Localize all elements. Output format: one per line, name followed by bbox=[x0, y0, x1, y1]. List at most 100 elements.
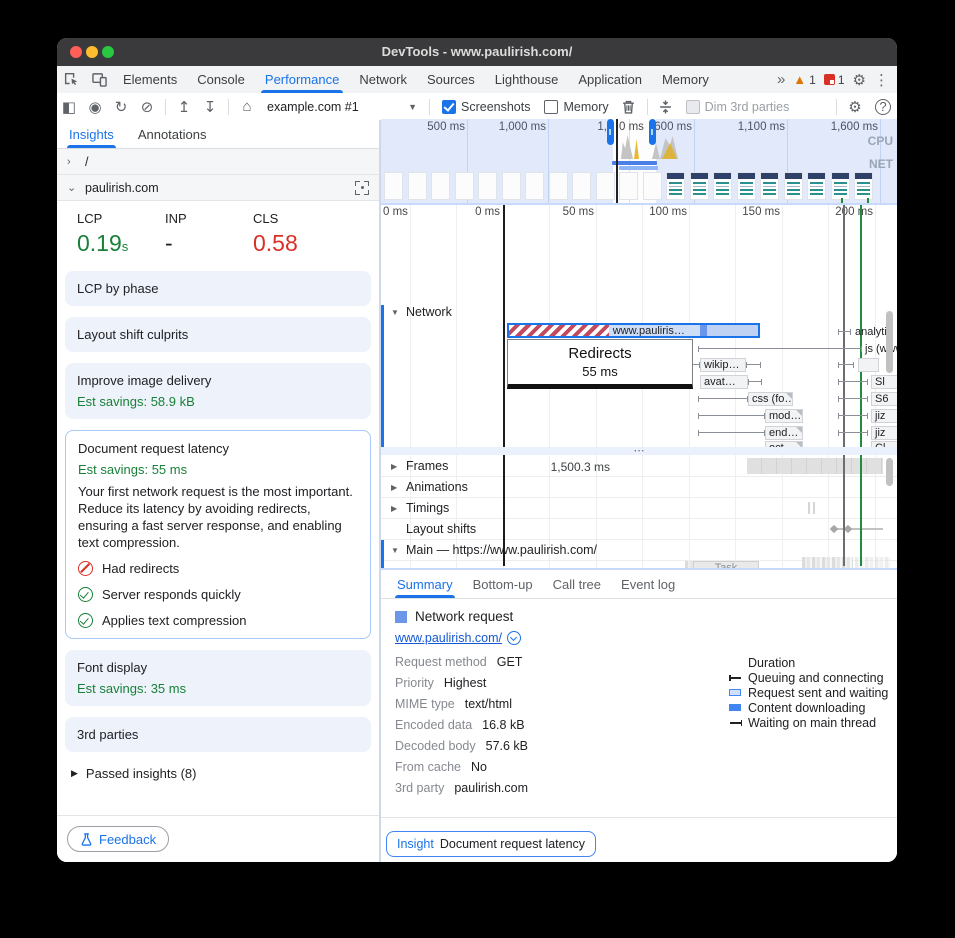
filmstrip-thumbnail[interactable] bbox=[408, 172, 427, 200]
metric[interactable]: CLS 0.58 bbox=[253, 211, 341, 257]
filmstrip-thumbnail[interactable] bbox=[666, 172, 685, 200]
track-toggle-icon[interactable]: ▶ bbox=[391, 462, 400, 471]
devtools-tab[interactable]: Memory bbox=[652, 67, 719, 93]
devtools-tab[interactable]: Lighthouse bbox=[485, 67, 569, 93]
track-header[interactable]: Layout shifts bbox=[381, 522, 476, 536]
request-box[interactable]: Sl bbox=[871, 375, 897, 389]
details-tab[interactable]: Event log bbox=[611, 570, 685, 598]
request-box[interactable]: avat… bbox=[700, 375, 748, 389]
toggle-sidebar-icon[interactable]: ◧ bbox=[57, 95, 81, 119]
help-icon[interactable]: ? bbox=[875, 99, 891, 115]
insight-chip[interactable]: Insight Document request latency bbox=[386, 831, 596, 857]
site-row[interactable]: ⌄ paulirish.com bbox=[57, 175, 379, 201]
insight-card[interactable]: LCP by phase bbox=[65, 271, 371, 306]
request-box[interactable]: wikip… bbox=[700, 358, 746, 372]
minimap-window-handle[interactable]: ‖ bbox=[607, 119, 614, 145]
kebab-menu-icon[interactable]: ⋮ bbox=[874, 71, 889, 89]
sidebar-tab[interactable]: Insights bbox=[57, 120, 126, 148]
filmstrip-thumbnail[interactable] bbox=[831, 172, 850, 200]
details-tab[interactable]: Summary bbox=[387, 570, 463, 598]
track-toggle-icon[interactable]: ▼ bbox=[391, 546, 400, 555]
issues-badge[interactable]: 1 bbox=[824, 73, 845, 87]
filmstrip-thumbnail[interactable] bbox=[643, 172, 662, 200]
warnings-badge[interactable]: ▲1 bbox=[793, 72, 816, 87]
passed-insights-row[interactable]: ▶ Passed insights (8) bbox=[57, 752, 379, 793]
insight-card[interactable]: Improve image delivery Est savings: 58.9… bbox=[65, 363, 371, 419]
reveal-request-icon[interactable] bbox=[507, 631, 521, 645]
details-tab[interactable]: Call tree bbox=[543, 570, 611, 598]
memory-checkbox[interactable]: Memory bbox=[544, 100, 608, 114]
trace-breadcrumb-row[interactable]: › / bbox=[57, 149, 379, 175]
filmstrip-thumbnail[interactable] bbox=[478, 172, 497, 200]
frames-bar[interactable] bbox=[747, 458, 883, 474]
devtools-tab[interactable]: Elements bbox=[113, 67, 187, 93]
insight-card[interactable]: Font display Est savings: 35 ms bbox=[65, 650, 371, 706]
request-box[interactable]: end… bbox=[765, 426, 803, 440]
filmstrip-thumbnail[interactable] bbox=[455, 172, 474, 200]
more-tabs-chevron[interactable]: » bbox=[777, 71, 785, 88]
request-box[interactable]: mod… bbox=[765, 409, 803, 423]
filmstrip-thumbnail[interactable] bbox=[854, 172, 873, 200]
download-profile-icon[interactable]: ↧ bbox=[198, 95, 222, 119]
request-box[interactable]: S6 bbox=[871, 392, 897, 406]
device-toolbar-icon[interactable] bbox=[90, 72, 108, 88]
track-toggle-icon[interactable]: ▶ bbox=[391, 483, 400, 492]
track-header[interactable]: ▶Frames bbox=[381, 459, 448, 473]
details-tab[interactable]: Bottom-up bbox=[463, 570, 543, 598]
filmstrip-thumbnail[interactable] bbox=[784, 172, 803, 200]
timeline-minimap[interactable]: CPU NET 500 ms1,000 ms1,0 ms600 ms1,100 … bbox=[381, 119, 897, 205]
insight-card[interactable]: 3rd parties bbox=[65, 717, 371, 752]
devtools-tab[interactable]: Console bbox=[187, 67, 255, 93]
filmstrip-thumbnail[interactable] bbox=[713, 172, 732, 200]
track-row[interactable] bbox=[381, 498, 897, 519]
record-icon[interactable]: ◉ bbox=[83, 95, 107, 119]
filmstrip-thumbnail[interactable] bbox=[737, 172, 756, 200]
devtools-tab[interactable]: Performance bbox=[255, 67, 349, 93]
insight-card[interactable]: Document request latency Est savings: 55… bbox=[65, 430, 371, 639]
insight-card[interactable]: Layout shift culprits bbox=[65, 317, 371, 352]
clear-icon[interactable]: ⊘ bbox=[135, 95, 159, 119]
request-box[interactable]: jiz bbox=[871, 426, 897, 440]
track-header[interactable]: ▶Timings bbox=[381, 501, 449, 515]
flame-chart[interactable]: ▼ Network www.pauliris… Redirects 55 ms … bbox=[381, 205, 897, 568]
feedback-button[interactable]: Feedback bbox=[67, 826, 169, 852]
filmstrip-thumbnail[interactable] bbox=[384, 172, 403, 200]
request-box[interactable]: css (fo… bbox=[748, 392, 793, 406]
filmstrip-thumbnail[interactable] bbox=[572, 172, 591, 200]
metric[interactable]: INP - bbox=[165, 211, 253, 257]
filmstrip-thumbnail[interactable] bbox=[690, 172, 709, 200]
shortcuts-dialog-icon[interactable] bbox=[654, 95, 678, 119]
network-scrollbar[interactable] bbox=[886, 311, 893, 373]
capture-settings-gear-icon[interactable]: ⚙ bbox=[843, 95, 867, 119]
zoom-to-frame-icon[interactable] bbox=[355, 181, 369, 195]
sidebar-tab[interactable]: Annotations bbox=[126, 120, 219, 148]
devtools-tab[interactable]: Application bbox=[568, 67, 652, 93]
filmstrip-thumbnail[interactable] bbox=[549, 172, 568, 200]
filmstrip-thumbnail[interactable] bbox=[596, 172, 615, 200]
collect-garbage-icon[interactable] bbox=[617, 95, 641, 119]
devtools-tab[interactable]: Network bbox=[349, 67, 417, 93]
track-toggle-icon[interactable]: ▶ bbox=[391, 504, 400, 513]
track-header[interactable]: ▼Main — https://www.paulirish.com/ bbox=[381, 543, 597, 557]
filmstrip-thumbnail[interactable] bbox=[525, 172, 544, 200]
filmstrip-thumbnail[interactable] bbox=[431, 172, 450, 200]
settings-gear-icon[interactable]: ⚙ bbox=[853, 71, 866, 89]
filmstrip-thumbnail[interactable] bbox=[760, 172, 779, 200]
filmstrip-thumbnail[interactable] bbox=[502, 172, 521, 200]
track-resize-handle[interactable]: ⋯ bbox=[381, 447, 897, 455]
filmstrip-thumbnail[interactable] bbox=[807, 172, 826, 200]
devtools-tab[interactable]: Sources bbox=[417, 67, 485, 93]
network-track-header[interactable]: ▼ Network bbox=[381, 305, 452, 319]
target-select[interactable]: example.com #1▼ bbox=[261, 100, 423, 114]
screenshots-checkbox[interactable]: Screenshots bbox=[442, 100, 530, 114]
tracks-scrollbar[interactable] bbox=[886, 458, 893, 486]
inspect-element-icon[interactable] bbox=[62, 72, 80, 88]
task-box[interactable]: Task bbox=[693, 561, 759, 568]
request-url-link[interactable]: www.paulirish.com/ bbox=[395, 631, 502, 645]
minimap-window-handle[interactable]: ‖ bbox=[649, 119, 656, 145]
upload-profile-icon[interactable]: ↥ bbox=[172, 95, 196, 119]
reload-and-record-icon[interactable]: ↻ bbox=[109, 95, 133, 119]
request-box[interactable]: jiz bbox=[871, 409, 897, 423]
filmstrip-thumbnail[interactable] bbox=[619, 172, 638, 200]
home-icon[interactable]: ⌂ bbox=[235, 95, 259, 119]
